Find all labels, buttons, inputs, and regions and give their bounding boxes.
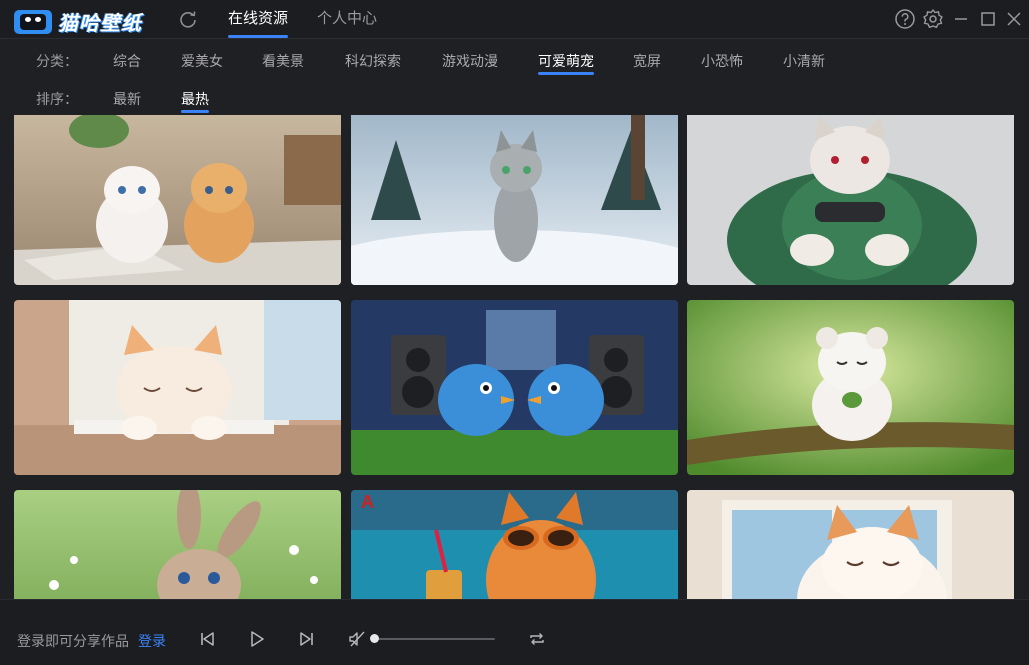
wallpaper-thumbnail[interactable] — [14, 115, 341, 285]
next-icon[interactable] — [298, 630, 316, 648]
volume-slider-knob[interactable] — [370, 634, 379, 643]
svg-text:A: A — [361, 492, 374, 512]
bear-cub-image — [687, 300, 1014, 475]
wallpaper-thumbnail[interactable] — [351, 115, 678, 285]
player-bar: 登录即可分享作品 登录 — [0, 599, 1029, 665]
play-icon[interactable] — [248, 630, 266, 648]
sunglasses-cat-image: A — [351, 490, 678, 599]
login-hint: 登录即可分享作品 — [17, 633, 129, 649]
wallpaper-thumbnail[interactable] — [14, 490, 341, 599]
title-bar: 猫哈壁纸 在线资源 个人中心 — [0, 0, 1029, 38]
category-option[interactable]: 科幻探索 — [345, 44, 401, 78]
category-option[interactable]: 看美景 — [262, 44, 304, 78]
smiling-kitten-image — [687, 490, 1014, 599]
app-logo: 猫哈壁纸 — [14, 7, 142, 36]
category-label: 分类： — [36, 53, 78, 69]
filter-panel: 分类： 综合 爱美女 看美景 科幻探索 游戏动漫 可爱萌宠 宽屏 小恐怖 小清新… — [0, 39, 1029, 115]
sort-option[interactable]: 最新 — [113, 82, 141, 116]
sort-option-selected[interactable]: 最热 — [181, 82, 209, 116]
mute-icon[interactable] — [348, 630, 366, 648]
minimize-icon[interactable] — [950, 8, 972, 30]
cat-logo-icon — [14, 9, 52, 34]
category-option[interactable]: 爱美女 — [181, 44, 223, 78]
wallpaper-thumbnail[interactable] — [14, 300, 341, 475]
category-option[interactable]: 宽屏 — [633, 44, 661, 78]
sleepy-kitten-image — [14, 300, 341, 475]
tab-online-resources[interactable]: 在线资源 — [228, 0, 289, 38]
app-title: 猫哈壁纸 — [58, 13, 142, 35]
category-option[interactable]: 小恐怖 — [701, 44, 743, 78]
login-link[interactable]: 登录 — [138, 631, 166, 651]
top-nav: 在线资源 个人中心 — [228, 0, 377, 38]
help-icon[interactable] — [894, 8, 916, 30]
close-icon[interactable] — [1003, 8, 1025, 30]
wallpaper-thumbnail[interactable] — [687, 300, 1014, 475]
maximize-icon[interactable] — [977, 8, 999, 30]
sort-label: 排序： — [36, 91, 78, 107]
kittens-image — [14, 115, 341, 285]
wallpaper-thumbnail[interactable] — [687, 490, 1014, 599]
loop-icon[interactable] — [528, 630, 546, 648]
bunny-image — [14, 490, 341, 599]
wallpaper-thumbnail[interactable]: A — [351, 490, 678, 599]
wallpaper-thumbnail[interactable] — [351, 300, 678, 475]
category-option[interactable]: 综合 — [113, 44, 141, 78]
refresh-icon[interactable] — [178, 9, 198, 29]
blue-birds-image — [351, 300, 678, 475]
snow-cat-image — [351, 115, 678, 285]
wallpaper-thumbnail[interactable] — [687, 115, 1014, 285]
sort-filter-row: 排序： 最新 最热 — [36, 82, 209, 116]
category-filter-row: 分类： 综合 爱美女 看美景 科幻探索 游戏动漫 可爱萌宠 宽屏 小恐怖 小清新 — [36, 44, 825, 78]
settings-gear-icon[interactable] — [922, 8, 944, 30]
tab-personal-center[interactable]: 个人中心 — [317, 0, 377, 38]
wallpaper-grid: A — [14, 115, 1014, 599]
gamer-cat-image — [687, 115, 1014, 285]
previous-icon[interactable] — [198, 630, 216, 648]
volume-slider[interactable] — [370, 634, 495, 643]
category-option[interactable]: 游戏动漫 — [442, 44, 498, 78]
category-option[interactable]: 小清新 — [783, 44, 825, 78]
category-option-selected[interactable]: 可爱萌宠 — [538, 44, 594, 78]
